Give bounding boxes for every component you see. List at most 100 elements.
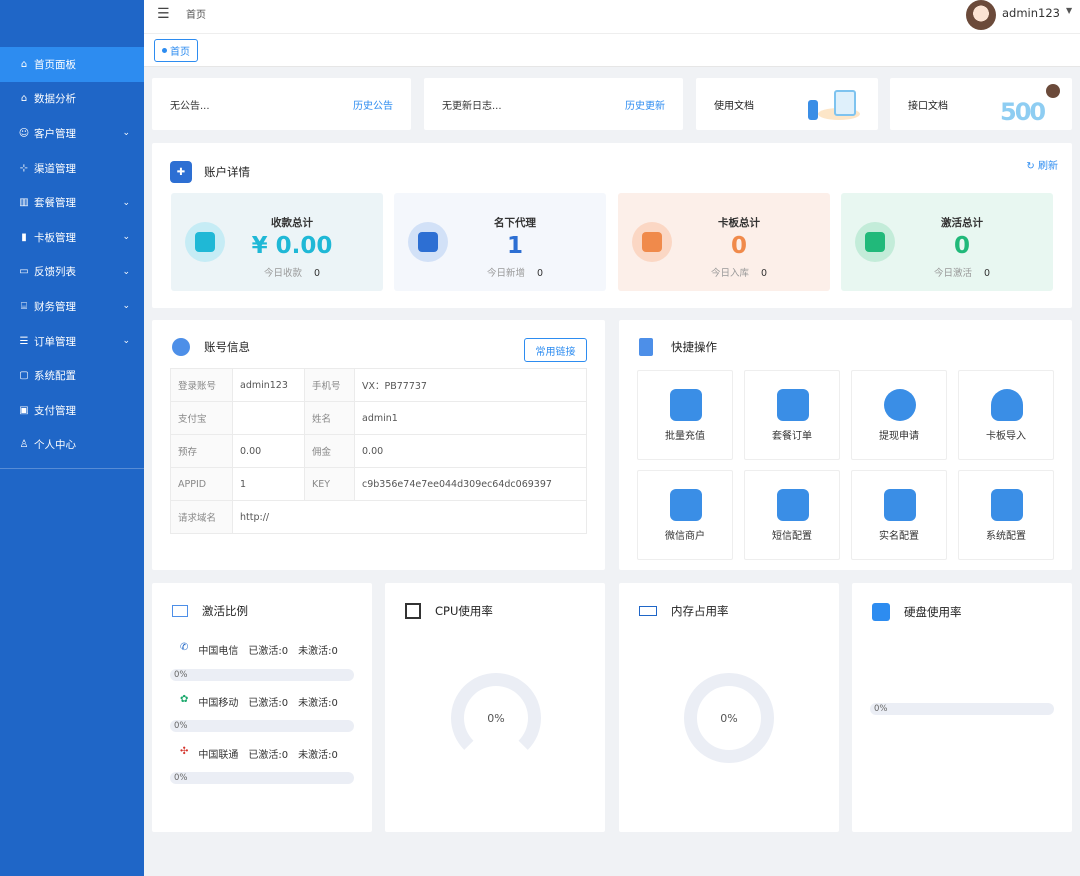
carrier-name: 中国移动 bbox=[198, 698, 239, 709]
sidebar-item-orders[interactable]: ☰ 订单管理 ⌄ bbox=[0, 324, 144, 359]
active-dot-icon bbox=[162, 48, 167, 53]
avatar[interactable] bbox=[966, 0, 996, 30]
api-docs-card[interactable]: 接口文档 500 bbox=[890, 78, 1072, 130]
disk-usage-header: 硬盘使用率 bbox=[872, 603, 962, 621]
book-icon: ▥ bbox=[19, 197, 29, 209]
table-row: 支付宝 姓名 admin1 bbox=[170, 401, 587, 435]
sidebar-item-packages[interactable]: ▥ 套餐管理 ⌄ bbox=[0, 185, 144, 220]
quick-sms-config[interactable]: 短信配置 bbox=[744, 470, 840, 560]
chevron-down-icon[interactable]: ▼ bbox=[1066, 6, 1072, 15]
quick-system-config[interactable]: 系统配置 bbox=[958, 470, 1054, 560]
stat-sub-label: 今日新增 bbox=[486, 268, 525, 279]
payment-icon: ▣ bbox=[19, 404, 29, 416]
table-key: KEY bbox=[304, 467, 355, 501]
cloud-upload-icon bbox=[991, 389, 1023, 421]
disk-progress-percent: 0% bbox=[874, 704, 888, 714]
refresh-icon: ↻ bbox=[1026, 161, 1035, 172]
table-key: 手机号 bbox=[304, 368, 355, 402]
table-key: 请求域名 bbox=[170, 500, 233, 534]
refresh-label: 刷新 bbox=[1038, 161, 1058, 172]
tab-home[interactable]: 首页 bbox=[154, 39, 198, 62]
topbar: ☰ 首页 admin123 ▼ bbox=[144, 0, 1080, 34]
quick-package-orders[interactable]: 套餐订单 bbox=[744, 370, 840, 460]
domain-value: http:// bbox=[240, 511, 270, 523]
withdraw-icon bbox=[884, 389, 916, 421]
update-history-link[interactable]: 历史更新 bbox=[625, 97, 665, 112]
account-info-title: 账号信息 bbox=[204, 340, 250, 354]
announcement-history-link[interactable]: 历史公告 bbox=[353, 97, 393, 112]
update-log-text: 无更新日志... bbox=[442, 101, 502, 112]
sidebar-item-analytics[interactable]: ⌂ 数据分析 bbox=[0, 82, 144, 117]
memory-usage-header: 内存占用率 bbox=[639, 603, 729, 619]
carrier-inactive: 未激活:0 bbox=[298, 750, 338, 761]
sidebar-item-channels[interactable]: ⊹ 渠道管理 bbox=[0, 151, 144, 186]
chevron-down-icon: ⌄ bbox=[122, 301, 130, 312]
account-details-title: 账户详情 bbox=[204, 165, 250, 179]
quick-label: 系统配置 bbox=[986, 531, 1026, 542]
printer-icon bbox=[670, 389, 702, 421]
quick-actions-card: 快捷操作 批量充值 套餐订单 提现申请 卡板导入 微信商户 短信配置 实名配置 … bbox=[619, 320, 1072, 570]
quick-actions-title: 快捷操作 bbox=[671, 340, 717, 354]
sidebar-item-customers[interactable]: ☺ 客户管理 ⌄ bbox=[0, 116, 144, 151]
cpu-chip-icon bbox=[405, 603, 421, 619]
carrier-inactive: 未激活:0 bbox=[298, 646, 338, 657]
progress-bar bbox=[170, 669, 354, 681]
sidebar-item-finance[interactable]: ⌸ 财务管理 ⌄ bbox=[0, 289, 144, 324]
message-icon: ▭ bbox=[19, 266, 29, 278]
stat-card-income: 收款总计 ¥ 0.00 今日收款 0 bbox=[171, 193, 383, 291]
docs-card[interactable]: 使用文档 bbox=[696, 78, 878, 130]
quick-batch-recharge[interactable]: 批量充值 bbox=[637, 370, 733, 460]
sidebar-item-label: 反馈列表 bbox=[34, 266, 76, 279]
username[interactable]: admin123 bbox=[1002, 6, 1060, 20]
stat-card-activations: 激活总计 0 今日激活 0 bbox=[841, 193, 1053, 291]
chevron-down-icon: ⌄ bbox=[122, 232, 130, 243]
sidebar-item-settings[interactable]: ▢ 系统配置 bbox=[0, 358, 144, 393]
stat-label: 卡板总计 bbox=[718, 217, 760, 229]
tab-label: 首页 bbox=[170, 47, 190, 58]
memory-usage-title: 内存占用率 bbox=[671, 604, 729, 618]
carrier-row-unicom: ✣ 中国联通 已激活:0 未激活:0 bbox=[180, 746, 338, 761]
quick-label: 短信配置 bbox=[772, 531, 812, 542]
sidebar-item-payment[interactable]: ▣ 支付管理 bbox=[0, 393, 144, 428]
quick-withdraw[interactable]: 提现申请 bbox=[851, 370, 947, 460]
carrier-name: 中国电信 bbox=[198, 646, 239, 657]
disk-progress-bar bbox=[870, 703, 1054, 715]
quick-label: 批量充值 bbox=[665, 431, 705, 442]
chevron-down-icon: ⌄ bbox=[122, 128, 130, 139]
sidebar-item-feedback[interactable]: ▭ 反馈列表 ⌄ bbox=[0, 255, 144, 290]
stat-sub-label: 今日收款 bbox=[263, 268, 302, 279]
stat-label: 收款总计 bbox=[271, 217, 313, 229]
table-value: c9b356e74e7ee044d309ec64dc069397 bbox=[354, 467, 587, 501]
china-mobile-icon: ✿ bbox=[180, 694, 189, 705]
quick-wechat-merchant[interactable]: 微信商户 bbox=[637, 470, 733, 560]
table-value: 1 bbox=[232, 467, 305, 501]
api-docs-label: 接口文档 bbox=[908, 101, 948, 112]
memory-usage-card: 内存占用率 0% bbox=[619, 583, 839, 832]
stat-sub: 今日激活 0 bbox=[841, 265, 1053, 279]
note-icon bbox=[639, 338, 653, 356]
user-add-icon bbox=[172, 338, 190, 356]
users-icon: ☺ bbox=[18, 127, 30, 139]
activation-ratio-card: 激活比例 ✆ 中国电信 已激活:0 未激活:0 0% ✿ 中国移动 已激活:0 … bbox=[152, 583, 372, 832]
refresh-button[interactable]: ↻ 刷新 bbox=[1026, 157, 1058, 172]
carrier-row-mobile: ✿ 中国移动 已激活:0 未激活:0 bbox=[180, 694, 338, 709]
sidebar-item-profile[interactable]: ♙ 个人中心 bbox=[0, 428, 144, 463]
user-icon: ♙ bbox=[19, 439, 29, 451]
menu-fold-icon[interactable]: ☰ bbox=[157, 6, 170, 22]
quick-realname-config[interactable]: 实名配置 bbox=[851, 470, 947, 560]
account-info-header: 账号信息 bbox=[172, 338, 250, 356]
stat-label: 激活总计 bbox=[941, 217, 983, 229]
quick-card-import[interactable]: 卡板导入 bbox=[958, 370, 1054, 460]
table-row: 登录账号 admin123 手机号 VX：PB77737 bbox=[170, 368, 587, 402]
sidebar: ⌂ 首页面板 ⌂ 数据分析 ☺ 客户管理 ⌄ ⊹ 渠道管理 ▥ 套餐管理 ⌄ ▮ 卡板管理 ⌄ ▭… bbox=[0, 0, 144, 876]
quick-label: 套餐订单 bbox=[772, 431, 812, 442]
common-links-button[interactable]: 常用链接 bbox=[524, 338, 587, 362]
cpu-usage-header: CPU使用率 bbox=[405, 603, 493, 619]
merchant-icon bbox=[670, 489, 702, 521]
clipboard-icon bbox=[777, 389, 809, 421]
sidebar-item-dashboard[interactable]: ⌂ 首页面板 bbox=[0, 47, 144, 82]
stat-card-cards: 卡板总计 0 今日入库 0 bbox=[618, 193, 830, 291]
sim-card-icon: ▮ bbox=[21, 231, 27, 243]
sidebar-item-cards[interactable]: ▮ 卡板管理 ⌄ bbox=[0, 220, 144, 255]
quick-actions-header: 快捷操作 bbox=[639, 338, 717, 356]
